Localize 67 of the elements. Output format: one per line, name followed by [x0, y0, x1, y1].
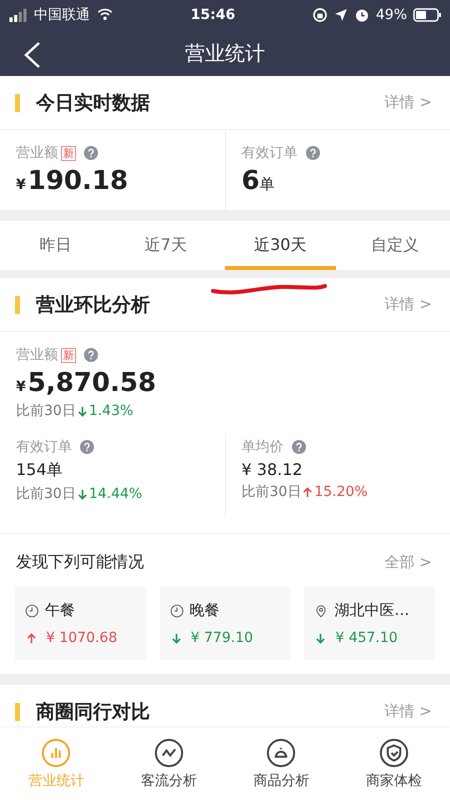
- compare-label: 比前30日: [16, 402, 76, 420]
- period-tab[interactable]: 昨日: [0, 221, 110, 270]
- metric-value: 190.18: [28, 166, 128, 196]
- card-amount: ¥ 457.10: [335, 630, 398, 646]
- insight-card[interactable]: 湖北中医… ¥ 457.10: [304, 587, 436, 660]
- unit-label: 单: [260, 175, 275, 194]
- clock-icon: [170, 604, 184, 618]
- wifi-icon: [96, 7, 114, 23]
- compare-label: 比前30日: [16, 485, 76, 503]
- change-percent: 15.20%: [314, 484, 368, 500]
- section-title: 营业环比分析: [36, 292, 151, 318]
- card-label: 晚餐: [190, 601, 220, 620]
- period-tab[interactable]: 近7天: [110, 221, 221, 270]
- location-arrow-icon: [334, 8, 348, 22]
- section-title: 商圈同行对比: [36, 700, 151, 724]
- bottom-tab[interactable]: 商家体检: [338, 728, 450, 800]
- clock-icon: [25, 604, 39, 618]
- card-label: 湖北中医…: [334, 601, 410, 620]
- help-icon: [84, 348, 98, 362]
- accent-bar: [15, 94, 20, 112]
- metric-label: 有效订单: [242, 144, 298, 162]
- alarm-icon: [354, 7, 370, 23]
- metric-label: 营业额: [16, 144, 58, 162]
- metric-label: 有效订单: [16, 438, 72, 456]
- trend-icon: [154, 738, 184, 768]
- metric-value: 6: [242, 166, 260, 196]
- carrier-name: 中国联通: [34, 6, 90, 24]
- bottom-tab[interactable]: 客流分析: [112, 728, 225, 800]
- new-badge: 新: [61, 348, 76, 362]
- change-percent: 1.43%: [88, 403, 134, 419]
- help-icon: [292, 440, 306, 454]
- accent-bar: [15, 296, 20, 314]
- currency-sign: ¥: [16, 379, 26, 395]
- insight-card[interactable]: 晚餐 ¥ 779.10: [160, 587, 290, 660]
- metric-value: ¥ 38.12: [242, 460, 304, 479]
- currency-sign: ¥: [16, 177, 26, 193]
- metric-value: 154单: [16, 460, 64, 481]
- rotation-lock-icon: [312, 7, 328, 23]
- insight-card[interactable]: 午餐 ¥ 1070.68: [15, 587, 146, 660]
- signal-icon: [8, 8, 28, 22]
- back-icon[interactable]: [22, 42, 42, 68]
- card-amount: ¥ 1070.68: [46, 630, 118, 646]
- page-title: 营业统计: [185, 40, 265, 66]
- accent-bar: [15, 702, 20, 720]
- help-icon: [80, 440, 94, 454]
- help-icon: [306, 146, 320, 160]
- chart-icon: [41, 738, 72, 768]
- shield-icon: [378, 738, 409, 768]
- metric-value: 5,870.58: [28, 368, 156, 398]
- location-pin-icon: [314, 604, 328, 618]
- card-amount: ¥ 779.10: [190, 630, 254, 646]
- section-title: 发现下列可能情况: [16, 552, 145, 573]
- bottom-tab[interactable]: 商品分析: [225, 728, 338, 800]
- battery-percent: 49%: [376, 7, 408, 23]
- help-icon: [84, 146, 98, 160]
- new-badge: 新: [61, 146, 76, 160]
- card-label: 午餐: [45, 601, 75, 620]
- compare-label: 比前30日: [242, 483, 302, 501]
- section-title: 今日实时数据: [36, 90, 151, 116]
- battery-icon: [413, 8, 442, 22]
- metric-label: 营业额: [16, 346, 58, 364]
- period-tab[interactable]: 自定义: [340, 221, 450, 270]
- metric-label: 单均价: [242, 438, 284, 456]
- dish-icon: [266, 738, 296, 768]
- period-tab[interactable]: 近30天: [225, 221, 336, 270]
- status-time: 15:46: [190, 7, 236, 23]
- change-percent: 14.44%: [88, 486, 142, 502]
